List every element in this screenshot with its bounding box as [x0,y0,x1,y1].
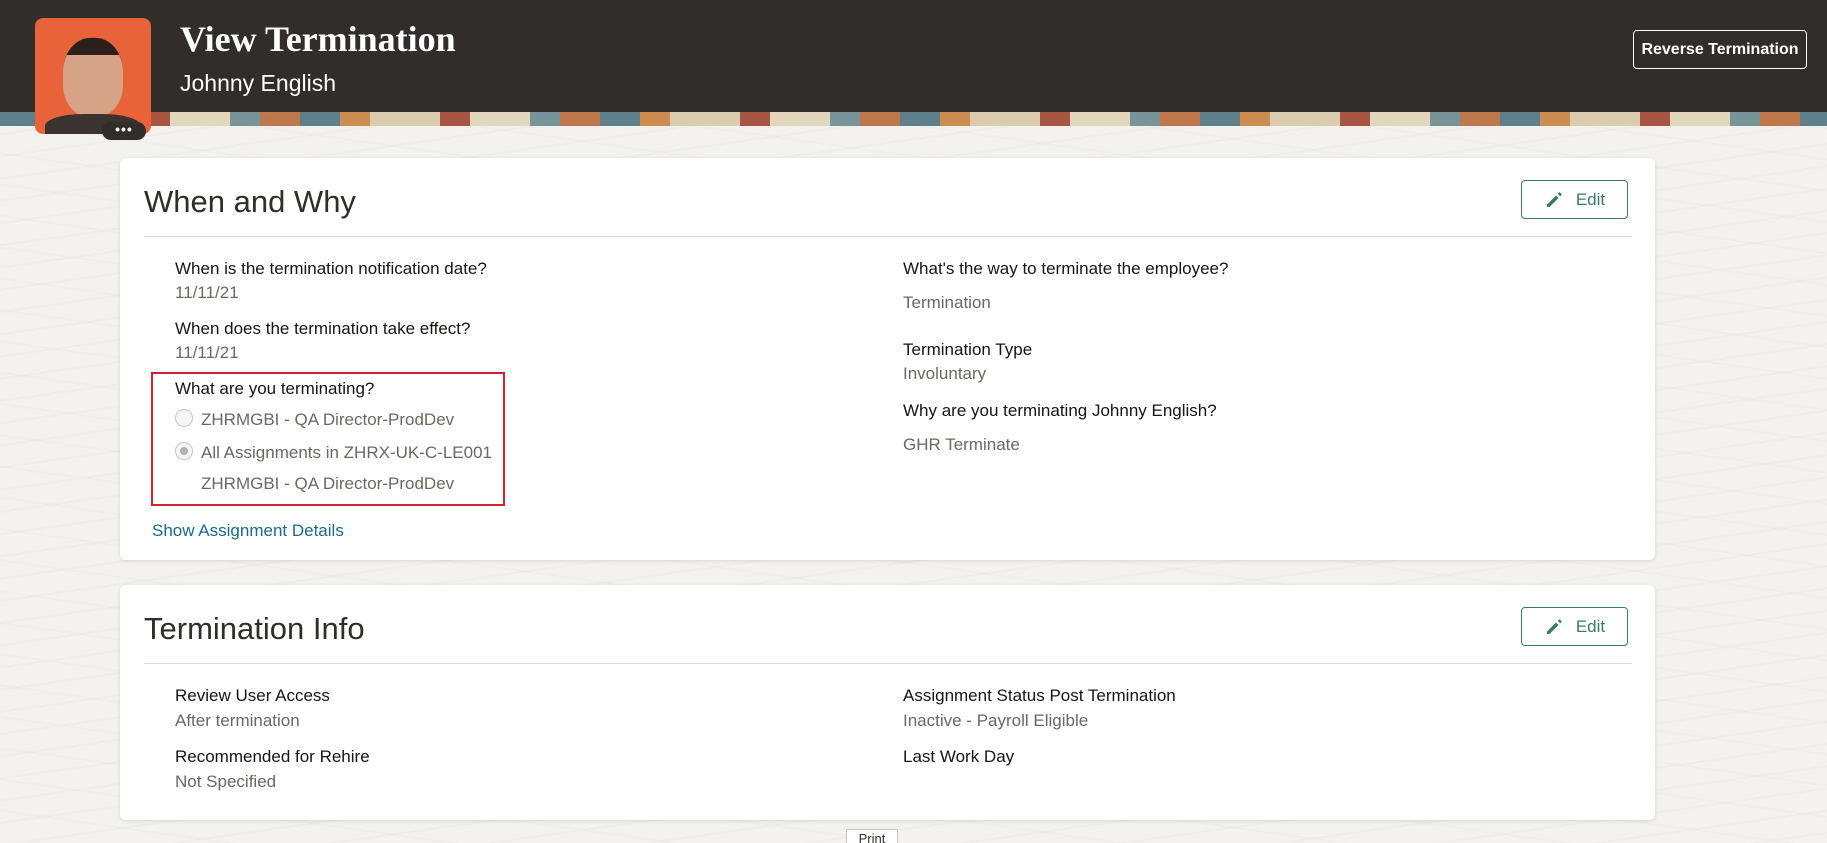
radio-single-assignment[interactable] [175,409,193,427]
termination-reason-value: GHR Terminate [903,435,1020,454]
termination-reason-label: Why are you terminating Johnny English? [903,401,1217,420]
avatar-face [63,38,123,116]
card-divider [144,236,1632,237]
last-work-day-label: Last Work Day [903,747,1015,766]
option-single-assignment-label: ZHRMGBI - QA Director-ProdDev [201,410,455,429]
review-user-access-label: Review User Access [175,686,330,705]
radio-all-assignments[interactable] [175,442,193,460]
employee-name: Johnny English [180,70,336,96]
pencil-icon [1546,618,1562,634]
option-all-assignments-label: All Assignments in ZHRX-UK-C-LE001 [201,443,492,462]
termination-info-card: Termination Info Edit [120,585,1655,820]
terminating-label: What are you terminating? [175,379,375,398]
rehire-value: Not Specified [175,772,277,791]
avatar-more-icon[interactable]: ••• [102,122,146,140]
option-all-assignments-sub: ZHRMGBI - QA Director-ProdDev [201,474,455,493]
termination-type-label: Termination Type [903,340,1033,359]
effective-date-value: 11/11/21 [175,343,239,362]
termination-type-value: Involuntary [903,364,987,383]
print-button[interactable]: Print [846,829,898,843]
rehire-label: Recommended for Rehire [175,747,370,766]
card-divider [144,663,1632,664]
review-user-access-value: After termination [175,711,300,730]
employee-avatar[interactable] [35,18,151,134]
pencil-icon [1546,191,1562,207]
when-and-why-title: When and Why [144,184,356,219]
effective-date-label: When does the termination take effect? [175,319,471,338]
notification-date-value: 11/11/21 [175,283,239,302]
termination-info-title: Termination Info [144,611,365,646]
reverse-termination-button[interactable]: Reverse Termination [1633,30,1807,69]
edit-label: Edit [1575,189,1606,209]
notification-date-label: When is the termination notification dat… [175,259,487,278]
page-title: View Termination [180,19,456,59]
when-and-why-edit-button[interactable]: Edit [1521,180,1628,219]
header-decorative-band [0,112,1827,126]
show-assignment-details-link[interactable]: Show Assignment Details [152,521,344,541]
edit-label: Edit [1575,616,1606,636]
termination-way-value: Termination [903,293,991,312]
assignment-status-label: Assignment Status Post Termination [903,686,1176,705]
termination-way-label: What's the way to terminate the employee… [903,259,1229,278]
assignment-status-value: Inactive - Payroll Eligible [903,711,1089,730]
termination-info-edit-button[interactable]: Edit [1521,607,1628,646]
